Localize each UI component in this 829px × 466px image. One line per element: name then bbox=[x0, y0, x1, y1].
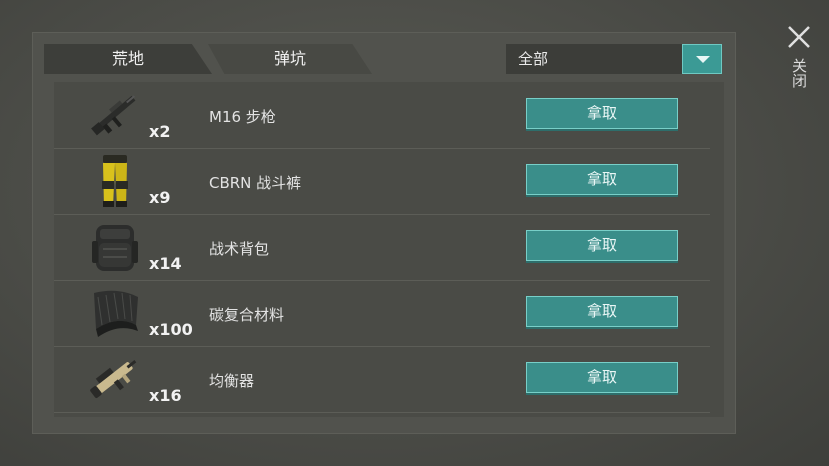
list-item: x2 M16 步枪 拿取 bbox=[54, 82, 710, 149]
item-name: M16 步枪 bbox=[209, 108, 276, 126]
item-quantity: x14 bbox=[149, 254, 182, 273]
dropdown-toggle-button[interactable] bbox=[682, 44, 722, 74]
close-label[interactable]: 关闭 bbox=[788, 58, 808, 88]
item-quantity: x16 bbox=[149, 386, 182, 405]
take-button[interactable]: 拿取 bbox=[526, 164, 678, 195]
list-item: x16 均衡器 拿取 bbox=[54, 346, 710, 413]
item-name: 碳复合材料 bbox=[209, 306, 285, 324]
close-icon[interactable] bbox=[786, 24, 812, 50]
item-name: 均衡器 bbox=[209, 372, 255, 390]
tab-wasteland[interactable]: 荒地 bbox=[44, 44, 212, 74]
chevron-down-icon bbox=[696, 56, 710, 63]
take-button[interactable]: 拿取 bbox=[526, 98, 678, 129]
take-button[interactable]: 拿取 bbox=[526, 230, 678, 261]
list-item: x9 CBRN 战斗裤 拿取 bbox=[54, 148, 710, 215]
item-quantity: x2 bbox=[149, 122, 171, 141]
pants-icon bbox=[102, 155, 128, 207]
take-button[interactable]: 拿取 bbox=[526, 362, 678, 393]
filter-dropdown[interactable]: 全部 bbox=[506, 44, 722, 74]
item-quantity: x9 bbox=[149, 188, 171, 207]
item-name: 战术背包 bbox=[209, 240, 270, 258]
loot-panel: 荒地 弹坑 全部 x2 M16 步枪 拿取 x9 CBRN 战斗裤 拿取 x14… bbox=[32, 32, 736, 434]
rifle-icon bbox=[91, 95, 136, 136]
tab-crater[interactable]: 弹坑 bbox=[208, 44, 372, 74]
item-list[interactable]: x2 M16 步枪 拿取 x9 CBRN 战斗裤 拿取 x14 战术背包 拿取 … bbox=[54, 82, 724, 417]
item-name: CBRN 战斗裤 bbox=[209, 174, 302, 192]
item-quantity: x100 bbox=[149, 320, 193, 339]
list-item: x100 碳复合材料 拿取 bbox=[54, 280, 710, 347]
backpack-icon bbox=[92, 225, 138, 271]
list-item: x14 战术背包 拿取 bbox=[54, 214, 710, 281]
carbon-sheet-icon bbox=[94, 290, 138, 337]
take-button[interactable]: 拿取 bbox=[526, 296, 678, 327]
filter-selected-value: 全部 bbox=[518, 50, 549, 68]
gun-icon bbox=[90, 360, 137, 398]
